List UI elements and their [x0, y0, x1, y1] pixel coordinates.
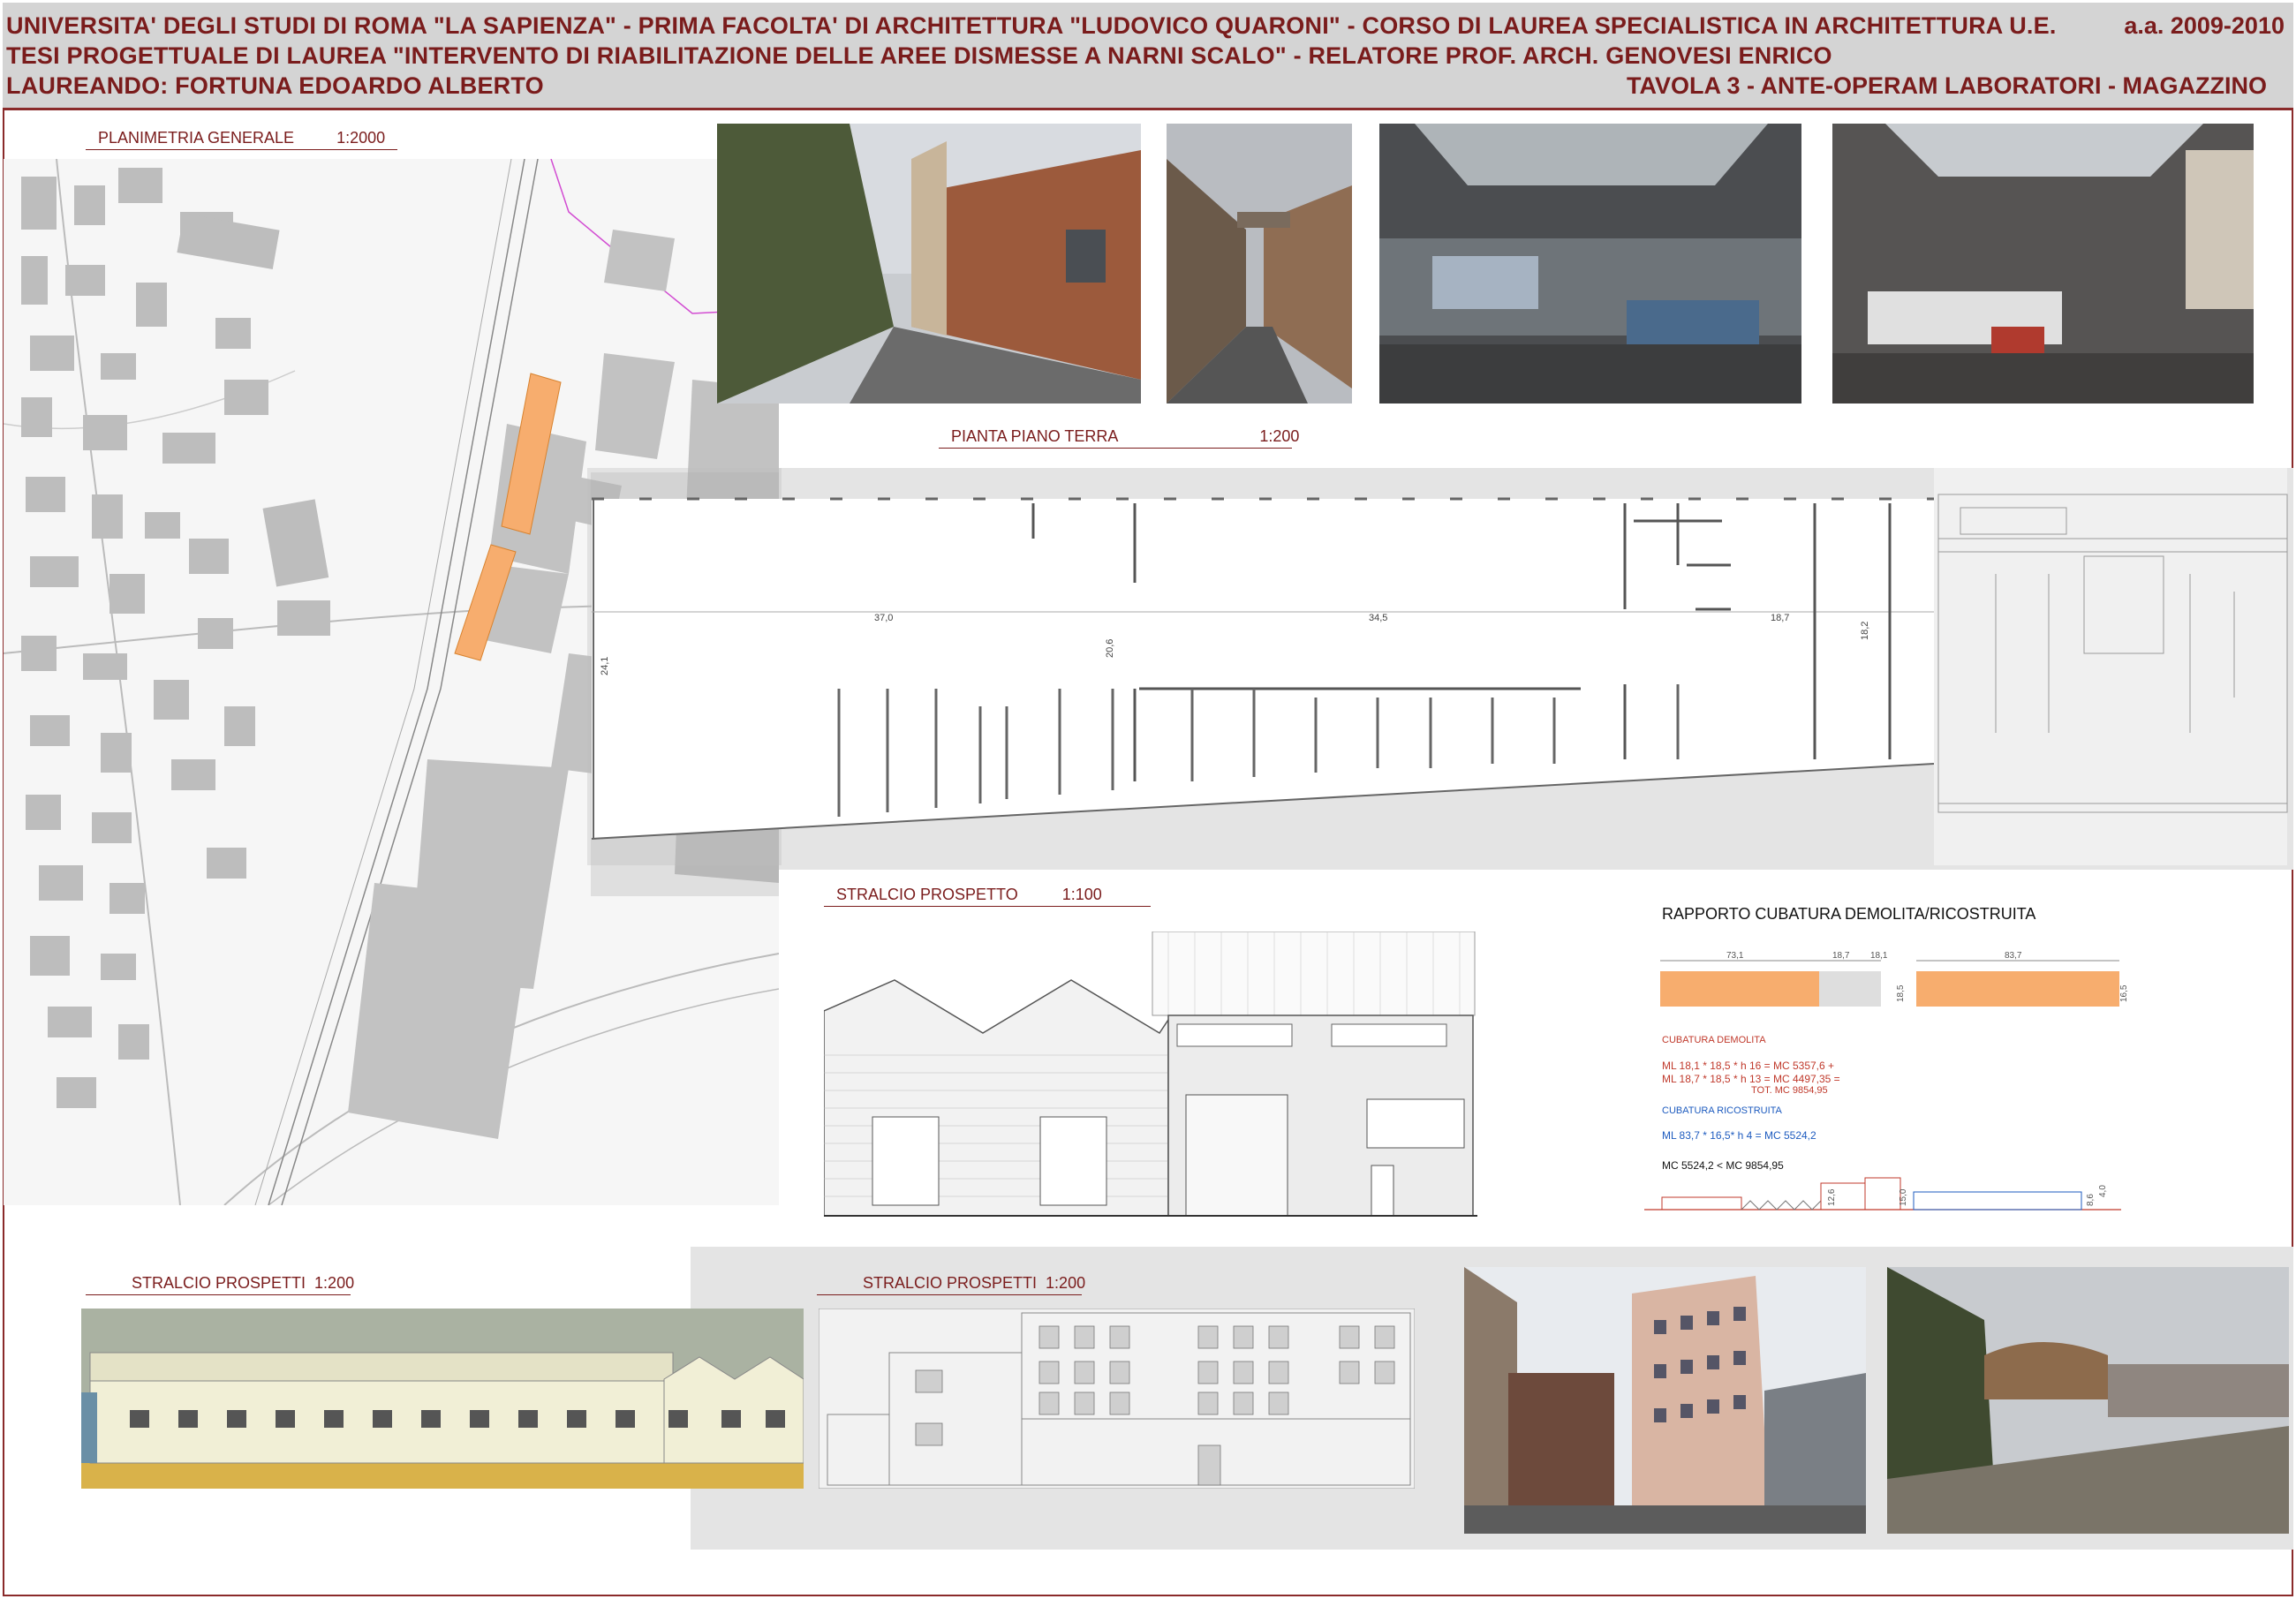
dim-16-5: 16,5 [2119, 984, 2128, 1002]
academic-year: a.a. 2009-2010 [2124, 12, 2285, 39]
dim-18-7-top: 18,7 [1832, 951, 1850, 961]
university-line: UNIVERSITA' DEGLI STUDI DI ROMA "LA SAPI… [6, 12, 2057, 39]
elevation-drawing [824, 931, 1477, 1217]
photo-corridor [1167, 124, 1352, 404]
volume-comparison: MC 5524,2 < MC 9854,95 [1662, 1159, 1784, 1172]
site-plan-label: PLANIMETRIA GENERALE 1:2000 [86, 129, 398, 150]
demolished-total: TOT. MC 9854,95 [1751, 1085, 1828, 1096]
elevation-label: STRALCIO PROSPETTO 1:100 [824, 886, 1151, 907]
section-h-15: 15,0 [1899, 1188, 1908, 1206]
photo-office-building [1464, 1267, 1866, 1534]
dim-83-7: 83,7 [2005, 951, 2022, 961]
demolished-calc-2: ML 18,7 * 18,5 * h 13 = MC 4497,35 = [1662, 1073, 1840, 1085]
ground-floor-plan: 37,0 34,5 18,7 20,6 18,2 24,1 [591, 468, 2288, 865]
photo-hall-interior-1 [1379, 124, 1801, 404]
dim-18-2: 18,2 [1860, 622, 1870, 640]
photo-alley-brick [717, 124, 1141, 404]
dim-18-7: 18,7 [1771, 613, 1789, 623]
volume-diagram: 73,1 18,7 18,1 83,7 18,5 16,5 [1660, 951, 2128, 1007]
elevation-colored [81, 1309, 804, 1489]
dim-24-1: 24,1 [600, 657, 610, 675]
photo-courtyard [1887, 1267, 2289, 1534]
dim-34-5: 34,5 [1369, 613, 1387, 623]
photo-hall-interior-2 [1832, 124, 2254, 404]
demolished-label: CUBATURA DEMOLITA [1662, 1035, 1766, 1045]
student-line: LAUREANDO: FORTUNA EDOARDO ALBERTO [6, 72, 544, 99]
section-h-12-6: 12,6 [1827, 1188, 1837, 1206]
section-h-8-6: 8,6 [2086, 1194, 2096, 1206]
elevations-label-b: STRALCIO PROSPETTI 1:200 [817, 1274, 1085, 1295]
dim-20-6: 20,6 [1105, 639, 1115, 658]
dim-18-5: 18,5 [1896, 984, 1906, 1002]
elevations-label-a: STRALCIO PROSPETTI 1:200 [86, 1274, 354, 1295]
dim-18-1: 18,1 [1870, 951, 1888, 961]
volume-section: 12,6 15,0 8,6 4,0 [1644, 1177, 2121, 1211]
rebuilt-label: CUBATURA RICOSTRUITA [1662, 1105, 1782, 1116]
dim-73-1: 73,1 [1726, 951, 1744, 961]
section-h-4: 4,0 [2098, 1185, 2108, 1197]
ground-floor-plan-label: PIANTA PIANO TERRA 1:200 [939, 427, 1299, 449]
elevation-pencil [819, 1309, 1415, 1489]
demolished-calc-1: ML 18,1 * 18,5 * h 16 = MC 5357,6 + [1662, 1060, 1835, 1072]
title-block: UNIVERSITA' DEGLI STUDI DI ROMA "LA SAPI… [3, 3, 2293, 110]
sheet-title: TAVOLA 3 - ANTE-OPERAM LABORATORI - MAGA… [1627, 72, 2267, 99]
dim-37: 37,0 [874, 613, 893, 623]
volume-ratio-title: RAPPORTO CUBATURA DEMOLITA/RICOSTRUITA [1662, 905, 2036, 923]
thesis-line: TESI PROGETTUALE DI LAUREA "INTERVENTO D… [6, 42, 1832, 69]
rebuilt-calc: ML 83,7 * 16,5* h 4 = MC 5524,2 [1662, 1129, 1816, 1142]
